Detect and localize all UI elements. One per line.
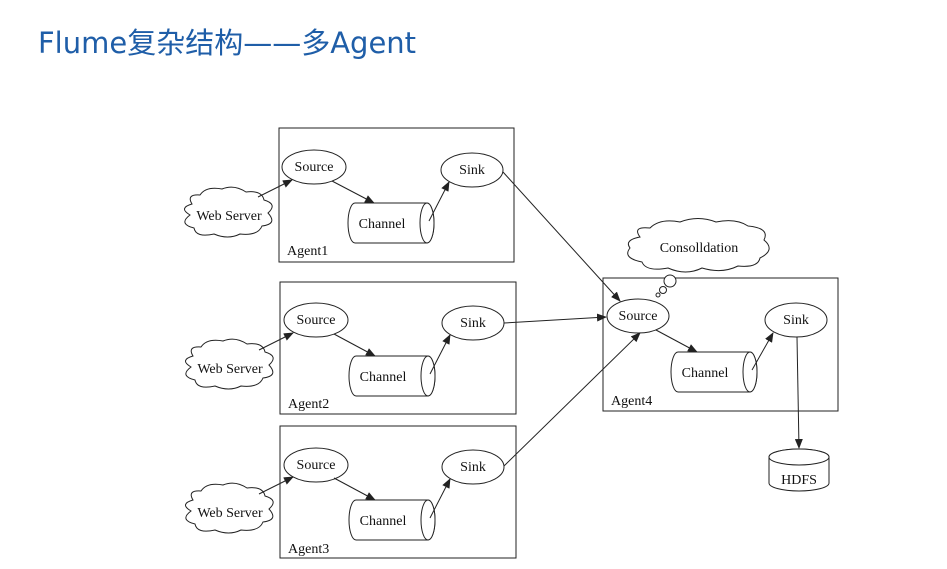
thought-bubble-small	[655, 292, 661, 298]
consolidation-label: Consolldation	[660, 241, 739, 256]
hdfs-label: HDFS	[781, 473, 817, 488]
agent-1-source-label: Source	[295, 160, 334, 175]
edge-source-to-channel-4	[655, 329, 698, 353]
flume-multi-agent-diagram: Agent1 Web Server Source Channel Sink Ag…	[184, 127, 839, 559]
edge-web-to-source-2	[258, 332, 294, 351]
agent-2-source-label: Source	[297, 313, 336, 328]
agent-3-channel-label: Channel	[360, 514, 407, 529]
agent-4-channel-label: Channel	[682, 366, 729, 381]
agent-3-sink: Sink	[441, 449, 505, 485]
agent-2-channel: Channel	[348, 355, 436, 397]
agent-3-source: Source	[283, 447, 349, 483]
consolidation-cloud: Consolldation	[627, 218, 770, 298]
thought-bubble-large	[663, 274, 677, 288]
agent-2: Agent2 Web Server Source Channel Sink	[185, 281, 517, 415]
agent-2-sink: Sink	[441, 305, 505, 341]
agent-2-web-server-label: Web Server	[197, 362, 263, 377]
agent-1-channel: Channel	[347, 202, 435, 244]
agent-2-label: Agent2	[288, 397, 329, 412]
agent-1-channel-label: Channel	[359, 217, 406, 232]
agent-3-web-server-cloud: Web Server	[185, 482, 274, 534]
agent-1-sink: Sink	[440, 152, 504, 188]
agent-4-label: Agent4	[611, 394, 652, 409]
agent-4-source-label: Source	[619, 309, 658, 324]
agent-1-web-server-cloud: Web Server	[184, 186, 273, 238]
edge-sink4-to-hdfs	[794, 336, 803, 449]
edge-web-to-source-3	[258, 476, 294, 495]
agent-1-sink-label: Sink	[459, 163, 485, 178]
agent-2-web-server-cloud: Web Server	[185, 338, 274, 390]
agent-4-sink-label: Sink	[783, 313, 809, 328]
agent-1: Agent1 Web Server Source Channel Sink	[184, 127, 515, 263]
agent-3-web-server-label: Web Server	[197, 506, 263, 521]
agent-4-source: Source	[606, 298, 670, 334]
agent-1-label: Agent1	[287, 244, 328, 259]
edge-source-to-channel-2	[333, 333, 376, 357]
edge-channel-to-sink-2	[429, 334, 451, 375]
agent-4: Agent4 Consolldation Source Channel Sink	[602, 218, 839, 412]
hdfs-storage: HDFS	[768, 448, 830, 492]
edge-channel-to-sink-1	[428, 181, 450, 222]
agent-1-web-server-label: Web Server	[196, 209, 262, 224]
edge-channel-to-sink-4	[751, 332, 774, 371]
agent-4-channel: Channel	[670, 351, 758, 393]
agent-3-sink-label: Sink	[460, 460, 486, 475]
edge-channel-to-sink-3	[429, 478, 451, 519]
agent-2-sink-label: Sink	[460, 316, 486, 331]
agent-2-source: Source	[283, 302, 349, 338]
edge-source-to-channel-1	[331, 180, 375, 204]
edge-web-to-source-1	[257, 179, 293, 198]
edge-sink2-to-agent4-source	[503, 313, 607, 324]
agent-4-sink: Sink	[764, 302, 828, 338]
edge-source-to-channel-3	[333, 477, 376, 501]
thought-bubble-medium	[659, 286, 667, 294]
agent-2-channel-label: Channel	[360, 370, 407, 385]
edge-sink1-to-agent4-source	[502, 171, 621, 302]
agent-1-source: Source	[281, 149, 347, 185]
agent-3-channel: Channel	[348, 499, 436, 541]
agent-3-source-label: Source	[297, 458, 336, 473]
agent-3: Agent3 Web Server Source Channel Sink	[185, 425, 517, 559]
agent-3-label: Agent3	[288, 542, 329, 557]
